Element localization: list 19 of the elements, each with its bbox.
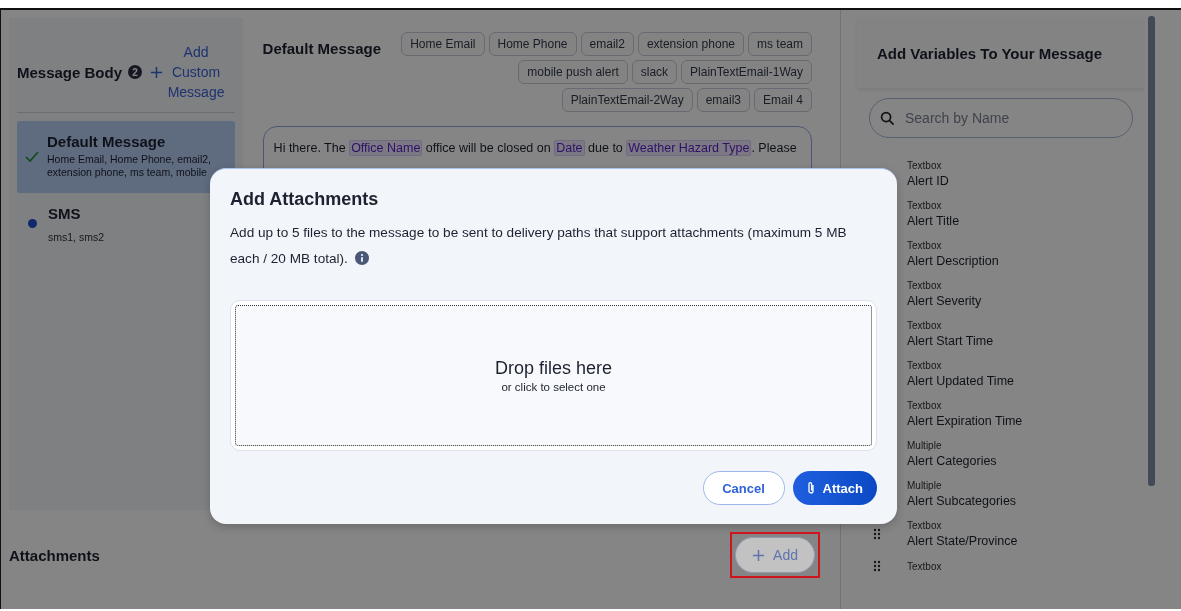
delivery-path-tag: email2: [580, 32, 634, 56]
dialog-description: Add up to 5 files to the message to be sent to delivery paths that support attachments (maximum 5 MB each / 20 MB total).: [230, 224, 848, 268]
delivery-path-tag: PlainTextEmail-2Way: [561, 88, 693, 112]
delivery-path-tag: Home Phone: [488, 32, 577, 56]
drop-zone-hint: or click to select one: [501, 381, 606, 393]
section-title: Message Body: [17, 63, 123, 81]
section-title: Attachments: [9, 546, 100, 564]
count-badge: 2: [128, 65, 143, 79]
panel-title: Add Variables To Your Message: [877, 44, 1103, 62]
delivery-path-tag: Email 4: [754, 88, 812, 112]
delivery-path-tag: ms team: [748, 32, 812, 56]
editor-title: Default Message: [262, 40, 381, 57]
delivery-path-tag: Home Email: [401, 32, 485, 56]
delivery-path-tag: email3: [696, 88, 750, 112]
delivery-path-tag: mobile push alert: [518, 60, 628, 84]
delivery-path-tag: slack: [631, 60, 678, 84]
delivery-path-tag: extension phone: [637, 32, 744, 56]
delivery-path-tag: PlainTextEmail-1Way: [681, 60, 812, 84]
drop-zone-title: Drop files here: [494, 358, 613, 379]
